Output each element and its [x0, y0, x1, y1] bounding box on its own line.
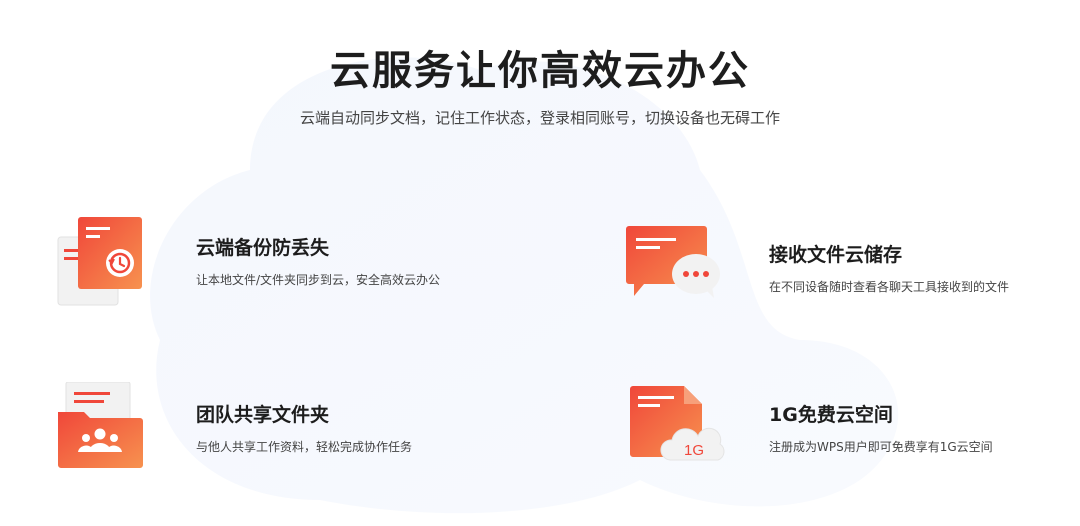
feature-desc: 让本地文件/文件夹同步到云，安全高效云办公 — [196, 273, 441, 287]
storage-size-badge: 1G — [684, 442, 704, 459]
feature-cloud-backup: 云端备份防丢失 让本地文件/文件夹同步到云，安全高效云办公 — [56, 215, 496, 315]
feature-receive-files: 接收文件云储存 在不同设备随时查看各聊天工具接收到的文件 — [626, 222, 1066, 322]
feature-desc: 在不同设备随时查看各聊天工具接收到的文件 — [769, 280, 1010, 294]
feature-desc: 与他人共享工作资料，轻松完成协作任务 — [196, 440, 413, 454]
chat-file-icon — [626, 226, 720, 298]
feature-free-storage: 1G 1G免费云空间 注册成为WPS用户即可免费享有1G云空间 — [626, 382, 1066, 482]
feature-title: 1G免费云空间 — [769, 404, 893, 426]
feature-title: 团队共享文件夹 — [196, 404, 330, 426]
team-folder-icon — [58, 382, 143, 468]
backup-restore-icon — [57, 217, 142, 306]
feature-desc: 注册成为WPS用户即可免费享有1G云空间 — [769, 440, 993, 454]
page-subtitle: 云端自动同步文档，记住工作状态，登录相同账号，切换设备也无碍工作 — [299, 109, 780, 127]
page-title: 云服务让你高效云办公 — [330, 48, 750, 94]
feature-title: 接收文件云储存 — [769, 244, 903, 266]
feature-team-folder: 团队共享文件夹 与他人共享工作资料，轻松完成协作任务 — [56, 382, 496, 482]
feature-title: 云端备份防丢失 — [196, 237, 330, 259]
cloud-storage-icon: 1G — [630, 386, 725, 461]
